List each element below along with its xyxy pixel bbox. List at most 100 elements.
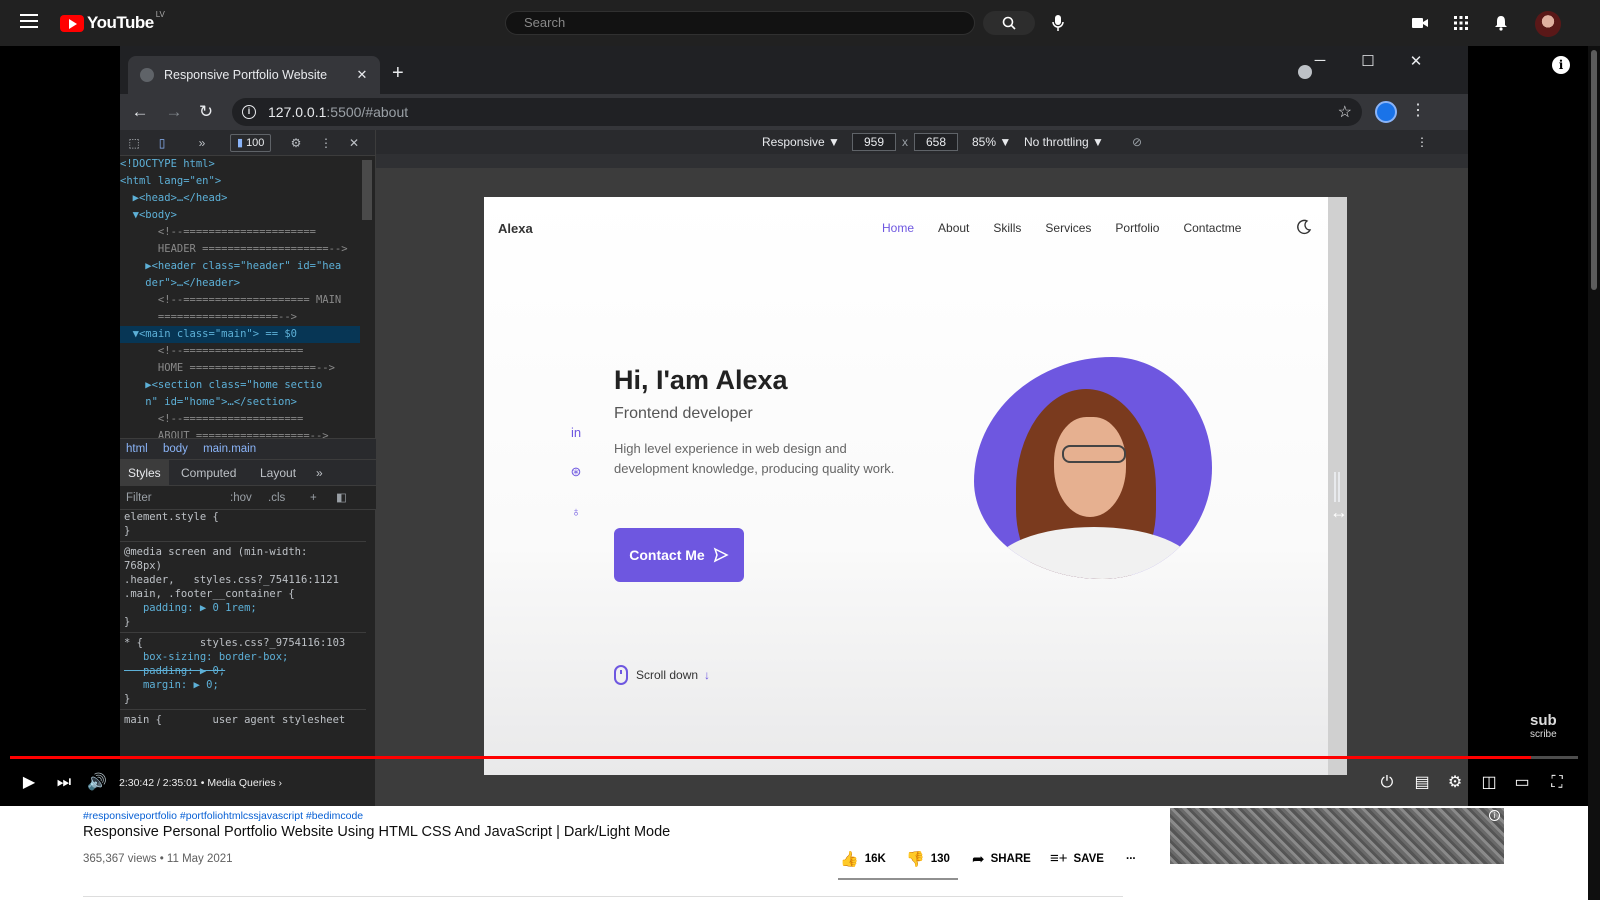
notifications-button[interactable] xyxy=(1490,12,1512,34)
close-devtools-icon[interactable]: ✕ xyxy=(346,135,362,151)
breadcrumb-html[interactable]: html xyxy=(126,443,148,455)
more-actions-button[interactable]: ... xyxy=(1126,850,1136,862)
devtools-menu-icon[interactable]: ⋮ xyxy=(318,135,334,151)
css-rule-line[interactable]: margin: ▶ 0; xyxy=(120,678,366,692)
page-scrollbar[interactable] xyxy=(1588,46,1600,900)
maximize-icon[interactable]: ☐ xyxy=(1354,52,1382,70)
apps-button[interactable] xyxy=(1450,12,1472,34)
dom-node-line[interactable]: ABOUT ==================--> xyxy=(120,428,360,438)
dom-node-line[interactable]: ▶<header class="header" id="hea xyxy=(120,258,360,275)
throttling-select[interactable]: No throttling ▼ xyxy=(1024,130,1104,154)
dribbble-icon[interactable]: ⊛ xyxy=(568,464,584,480)
scroll-down-link[interactable]: Scroll down ↓ xyxy=(614,665,710,685)
nav-about[interactable]: About xyxy=(938,221,969,235)
ad-banner[interactable]: i xyxy=(1170,808,1504,864)
close-tab-icon[interactable]: ✕ xyxy=(352,67,372,83)
fullscreen-icon[interactable]: ⛶ xyxy=(1546,772,1568,794)
page-scrollbar-thumb[interactable] xyxy=(1591,50,1597,290)
css-rule-line[interactable]: .header, styles.css?_754116:1121 xyxy=(120,573,366,587)
new-tab-icon[interactable]: + xyxy=(392,62,404,85)
css-rule-line[interactable]: padding: ▶ 0 1rem; xyxy=(120,601,366,615)
class-toggle[interactable]: .cls xyxy=(268,486,285,510)
dom-node-line[interactable]: <!--=================== xyxy=(120,411,360,428)
subscribe-watermark[interactable]: sub scribe xyxy=(1530,713,1557,742)
dom-node-line[interactable]: <!--=================== xyxy=(120,343,360,360)
issues-badge[interactable]: ▮ 100 xyxy=(230,134,272,152)
hamburger-menu-icon[interactable] xyxy=(20,14,38,28)
linkedin-icon[interactable]: in xyxy=(568,425,584,441)
video-hashtags[interactable]: #responsiveportfolio #portfoliohtmlcssja… xyxy=(83,810,363,822)
device-mode-select[interactable]: Responsive ▼ xyxy=(762,130,840,154)
css-rule-line[interactable]: .main, .footer__container { xyxy=(120,587,366,601)
minimize-icon[interactable]: ─ xyxy=(1306,52,1334,69)
dom-node-line[interactable]: ▼<body> xyxy=(120,207,360,224)
nav-services[interactable]: Services xyxy=(1045,221,1091,235)
tab-layout[interactable]: Layout xyxy=(260,460,296,486)
css-rule-line[interactable]: 768px) xyxy=(120,559,366,573)
search-input[interactable]: Search xyxy=(505,11,975,35)
breadcrumb-body[interactable]: body xyxy=(163,443,188,455)
css-rule-line[interactable]: @media screen and (min-width: xyxy=(120,545,366,559)
save-button[interactable]: ≡+ SAVE xyxy=(1050,850,1104,867)
viewport-width-input[interactable]: 959 xyxy=(852,133,896,151)
youtube-logo[interactable]: YouTube LV xyxy=(60,10,165,32)
back-icon[interactable]: ← xyxy=(128,100,152,124)
dom-node-line[interactable]: ▼<main class="main"> == $0 xyxy=(120,326,360,343)
bookmark-star-icon[interactable]: ☆ xyxy=(1338,102,1352,122)
css-rule-line[interactable]: } xyxy=(120,524,366,538)
dom-node-line[interactable]: ===================--> xyxy=(120,309,360,326)
forward-icon[interactable]: → xyxy=(162,100,186,124)
zoom-select[interactable]: 85% ▼ xyxy=(972,130,1011,154)
inspect-element-icon[interactable]: ⬚ xyxy=(126,135,142,151)
share-button[interactable]: ➦ SHARE xyxy=(972,850,1031,868)
css-rule-line[interactable]: padding: ▶ 0; xyxy=(120,664,366,678)
kebab-menu-icon[interactable]: ⋮ xyxy=(1410,100,1426,122)
theater-mode-icon[interactable]: ▭ xyxy=(1511,772,1533,794)
dom-node-line[interactable]: <!--===================== xyxy=(120,224,360,241)
nav-contactme[interactable]: Contactme xyxy=(1183,221,1241,235)
create-video-button[interactable] xyxy=(1409,12,1431,34)
css-rule-line[interactable]: } xyxy=(120,692,366,706)
css-rule-line[interactable]: element.style { xyxy=(120,510,366,524)
moon-icon[interactable] xyxy=(1296,219,1312,235)
resize-handle[interactable] xyxy=(1334,472,1340,502)
profile-icon[interactable] xyxy=(1375,101,1397,123)
contact-me-button[interactable]: Contact Me xyxy=(614,528,744,582)
next-video-icon[interactable]: ⏭ xyxy=(53,772,75,794)
hover-state-toggle[interactable]: :hov xyxy=(230,486,252,510)
subtitles-icon[interactable]: ▤ xyxy=(1411,772,1433,794)
play-icon[interactable]: ▶ xyxy=(18,772,40,794)
volume-icon[interactable]: 🔊 xyxy=(86,772,108,794)
viewport-height-input[interactable]: 658 xyxy=(914,133,958,151)
like-button[interactable]: 👍 16K xyxy=(840,850,886,868)
tab-computed[interactable]: Computed xyxy=(181,460,236,486)
nav-home[interactable]: Home xyxy=(882,221,914,235)
address-bar[interactable]: i 127.0.0.1:5500/#about ☆ xyxy=(232,98,1362,126)
video-player[interactable]: Responsive Portfolio Website ✕ + ─ ☐ ✕ ←… xyxy=(0,46,1588,806)
dislike-button[interactable]: 👎 130 xyxy=(906,850,950,868)
dom-node-line[interactable]: HOME ====================--> xyxy=(120,360,360,377)
dom-node-line[interactable]: HEADER ====================--> xyxy=(120,241,360,258)
ad-info-icon[interactable]: i xyxy=(1489,810,1500,821)
dom-node-line[interactable]: ▶<section class="home sectio xyxy=(120,377,360,394)
search-button[interactable] xyxy=(983,11,1035,35)
dom-node-line[interactable]: n" id="home">…</section> xyxy=(120,394,360,411)
more-tabs-icon[interactable]: » xyxy=(194,135,210,151)
autoplay-toggle[interactable]: ⏻ xyxy=(1376,772,1398,794)
github-icon[interactable]: ♁ xyxy=(568,504,584,520)
settings-gear-icon[interactable]: ⚙ xyxy=(288,135,304,151)
account-avatar[interactable] xyxy=(1535,11,1561,37)
chapter-title[interactable]: Media Queries xyxy=(207,777,275,789)
device-options-icon[interactable]: ⋮ xyxy=(1416,130,1428,154)
dom-node-line[interactable]: <!DOCTYPE html> xyxy=(120,156,360,173)
device-toolbar-icon[interactable]: ▯ xyxy=(154,135,170,151)
voice-search-button[interactable] xyxy=(1046,11,1070,35)
nav-skills[interactable]: Skills xyxy=(993,221,1021,235)
dom-node-line[interactable]: <!--==================== MAIN xyxy=(120,292,360,309)
css-rule-line[interactable]: * { styles.css?_9754116:103 xyxy=(120,636,366,650)
dom-node-line[interactable]: der">…</header> xyxy=(120,275,360,292)
css-rule-line[interactable]: main { user agent stylesheet xyxy=(120,713,366,727)
miniplayer-icon[interactable]: ◫ xyxy=(1478,772,1500,794)
add-rule-icon[interactable]: + xyxy=(310,486,317,510)
site-info-icon[interactable]: i xyxy=(242,105,256,119)
